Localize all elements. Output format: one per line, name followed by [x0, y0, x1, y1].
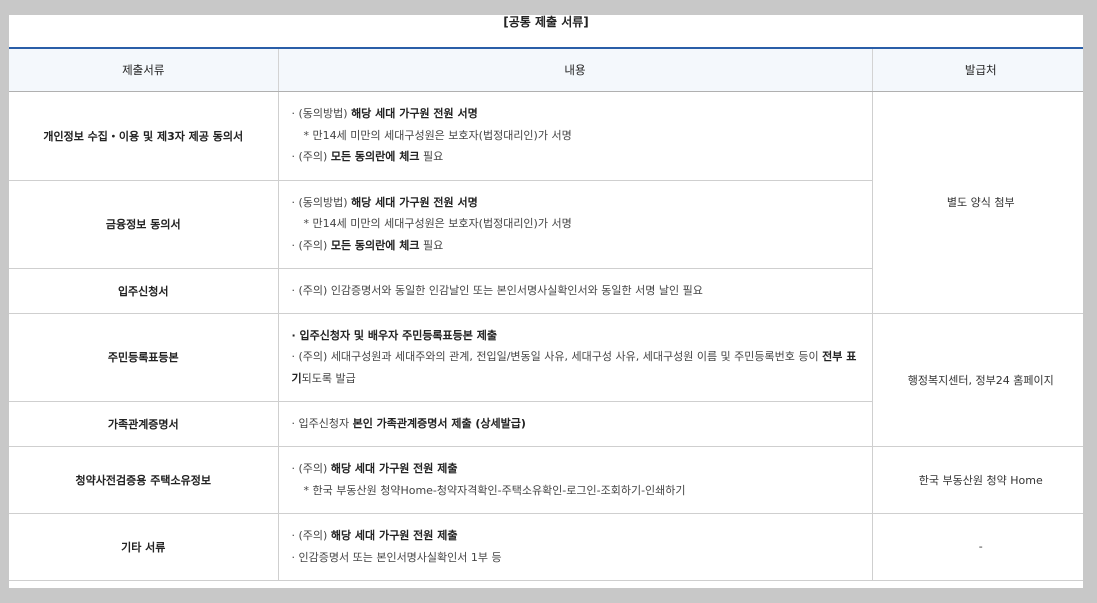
table-row: 기타 서류 · (주의) 해당 세대 가구원 전원 제출 · 인감증명서 또는 … — [9, 513, 1083, 581]
doc-name: 주민등록표등본 — [9, 313, 278, 402]
content-line: · (주의) 세대구성원과 세대주와의 관계, 전입일/변동일 사유, 세대구성… — [291, 350, 857, 385]
doc-content: · (주의) 인감증명서와 동일한 인감날인 또는 본인서명사실확인서와 동일한… — [277, 268, 872, 314]
section-title: [공통 제출 서류] — [503, 15, 589, 29]
table-row: 개인정보 수집・이용 및 제3자 제공 동의서 · (동의방법) 해당 세대 가… — [9, 91, 1083, 314]
doc-content: · 입주신청자 본인 가족관계증명서 제출 (상세발급) — [277, 401, 872, 447]
header-doc: 제출서류 — [9, 47, 278, 92]
content-note: * 한국 부동산원 청약Home-청약자격확인-주택소유확인-로그인-조회하기-… — [303, 483, 686, 497]
doc-name: 입주신청서 — [9, 268, 278, 314]
doc-content: · (주의) 해당 세대 가구원 전원 제출 · 인감증명서 또는 본인서명사실… — [277, 513, 872, 581]
table-row: 청약사전검증용 주택소유정보 · (주의) 해당 세대 가구원 전원 제출 * … — [9, 446, 1083, 514]
table-header-row: 제출서류 내용 발급처 — [9, 47, 1083, 92]
doc-name: 가족관계증명서 — [9, 401, 278, 447]
content-line: · (동의방법) 해당 세대 가구원 전원 서명 — [291, 107, 478, 121]
issuer-cell: 별도 양식 첨부 — [871, 91, 1083, 314]
doc-content: · 입주신청자 및 배우자 주민등록표등본 제출 · (주의) 세대구성원과 세… — [277, 313, 872, 402]
documents-table: 제출서류 내용 발급처 개인정보 수집・이용 및 제3자 제공 동의서 · (동… — [9, 47, 1083, 581]
header-issuer: 발급처 — [871, 47, 1083, 92]
doc-name: 개인정보 수집・이용 및 제3자 제공 동의서 — [9, 91, 278, 181]
doc-content: · (동의방법) 해당 세대 가구원 전원 서명 * 만14세 미만의 세대구성… — [277, 180, 872, 269]
issuer-cell: 행정복지센터, 정부24 홈페이지 — [871, 313, 1083, 447]
issuer-cell: 한국 부동산원 청약 Home — [871, 446, 1083, 514]
doc-name: 청약사전검증용 주택소유정보 — [9, 446, 278, 514]
content-note: * 만14세 미만의 세대구성원은 보호자(법정대리인)가 서명 — [303, 128, 572, 142]
content-line: · (주의) 인감증명서와 동일한 인감날인 또는 본인서명사실확인서와 동일한… — [291, 283, 703, 297]
content-line: · (주의) 해당 세대 가구원 전원 제출 — [291, 529, 458, 542]
content-note: * 만14세 미만의 세대구성원은 보호자(법정대리인)가 서명 — [303, 217, 572, 231]
doc-name: 기타 서류 — [9, 513, 278, 581]
issuer-cell: - — [871, 513, 1083, 581]
header-content: 내용 — [277, 47, 872, 92]
content-line: · 인감증명서 또는 본인서명사실확인서 1부 등 — [291, 550, 502, 564]
content-line: · (주의) 해당 세대 가구원 전원 제출 — [291, 462, 458, 475]
content-line: · 입주신청자 및 배우자 주민등록표등본 제출 — [291, 328, 498, 342]
doc-content: · (주의) 해당 세대 가구원 전원 제출 * 한국 부동산원 청약Home-… — [277, 446, 872, 514]
table-row: 주민등록표등본 · 입주신청자 및 배우자 주민등록표등본 제출 · (주의) … — [9, 313, 1083, 447]
content-line: · (동의방법) 해당 세대 가구원 전원 서명 — [291, 195, 478, 209]
content-line: · (주의) 모든 동의란에 체크 필요 — [291, 238, 444, 252]
content-line: · 입주신청자 본인 가족관계증명서 제출 (상세발급) — [291, 416, 526, 430]
content-line: · (주의) 모든 동의란에 체크 필요 — [291, 150, 444, 164]
document-sheet: [공통 제출 서류] 제출서류 내용 발급처 개인정보 수집・이용 및 제3자 … — [9, 15, 1083, 588]
doc-name: 금융정보 동의서 — [9, 180, 278, 269]
doc-content: · (동의방법) 해당 세대 가구원 전원 서명 * 만14세 미만의 세대구성… — [277, 91, 872, 181]
